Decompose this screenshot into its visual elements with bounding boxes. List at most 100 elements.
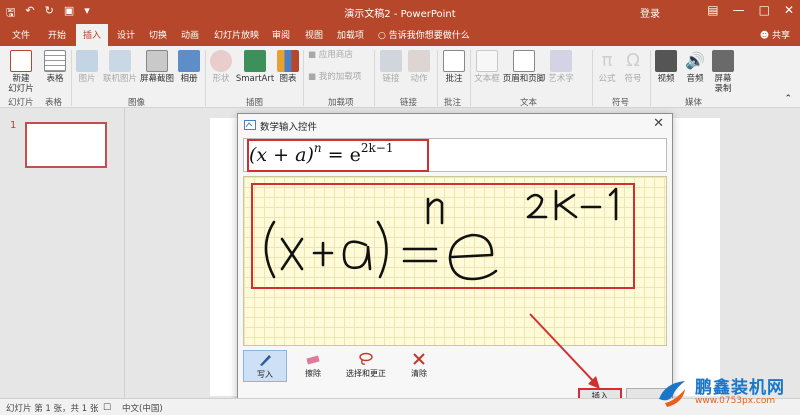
group-label-images: 图像 (128, 98, 146, 108)
header-footer-icon (513, 50, 535, 72)
textbox-button[interactable]: 文本框 (474, 50, 500, 84)
ink-close-paren (376, 220, 388, 279)
video-button[interactable]: 视频 (655, 50, 677, 84)
ribbon: 新建 幻灯片 表格 图片 联机图片 屏幕截图 相册 形状 SmartArt 图表… (0, 46, 800, 108)
shapes-button[interactable]: 形状 (210, 50, 232, 84)
tab-view[interactable]: 视图 (305, 28, 323, 41)
link-button[interactable]: 链接 (380, 50, 402, 84)
collapse-ribbon-icon[interactable]: ⌃ (784, 94, 792, 104)
screenshot-icon (146, 50, 168, 72)
slide-thumbnail[interactable] (25, 122, 107, 168)
math-input-dialog: 数学输入控件 ✕ (x + a)n = e2k−1 写入 擦除 选择和更正 清除… (237, 113, 673, 413)
close-icon[interactable]: ✕ (784, 3, 794, 17)
proofing-icon[interactable]: □ (103, 402, 111, 412)
slide-thumbnail-pane: 1 (0, 108, 125, 398)
handwriting-canvas[interactable] (243, 176, 667, 346)
album-icon (178, 50, 200, 72)
online-picture-button[interactable]: 联机图片 (102, 50, 138, 84)
preview-highlight-box (247, 139, 429, 172)
erase-tool-button[interactable]: 擦除 (291, 350, 335, 382)
screen-record-button[interactable]: 屏幕 录制 (711, 50, 735, 94)
link-icon (380, 50, 402, 72)
ink-n (426, 197, 444, 225)
ink-e (448, 233, 498, 281)
group-label-text: 文本 (520, 98, 538, 108)
action-icon (408, 50, 430, 72)
ribbon-tabs: 文件 开始 插入 设计 切换 动画 幻灯片放映 审阅 视图 加载项 ○ 告诉我你… (0, 24, 800, 46)
speaker-icon: 🔊 (685, 51, 705, 70)
lasso-icon (359, 352, 373, 365)
close-icon[interactable]: ✕ (653, 116, 664, 131)
addins-icon: ■ (308, 72, 319, 82)
select-correct-tool-button[interactable]: 选择和更正 (339, 350, 393, 382)
new-slide-button[interactable]: 新建 幻灯片 (6, 50, 36, 94)
smartart-icon (244, 50, 266, 72)
group-label-tables: 表格 (45, 98, 63, 108)
tab-animations[interactable]: 动画 (181, 28, 199, 41)
action-button[interactable]: 动作 (408, 50, 430, 84)
write-tool-button[interactable]: 写入 (243, 350, 287, 382)
screen-record-icon (712, 50, 734, 72)
ribbon-display-icon[interactable]: ▤ (707, 3, 718, 17)
equation-button[interactable]: π 公式 (596, 50, 618, 84)
window-title: 演示文稿2 - PowerPoint (344, 9, 456, 20)
screenshot-button[interactable]: 屏幕截图 (139, 50, 175, 84)
ribbon-separator (650, 50, 651, 106)
maximize-icon[interactable]: □ (759, 3, 770, 17)
person-icon: ☻ (759, 31, 772, 41)
table-icon (44, 50, 66, 72)
ribbon-separator (71, 50, 72, 106)
minimize-icon[interactable]: — (733, 3, 745, 17)
watermark-logo (659, 381, 685, 407)
tab-insert[interactable]: 插入 (76, 24, 109, 46)
language-status[interactable]: 中文(中国) (122, 402, 163, 414)
tab-file[interactable]: 文件 (12, 28, 30, 41)
ribbon-separator (303, 50, 304, 106)
group-label-addins: 加载项 (328, 98, 354, 108)
album-button[interactable]: 相册 (178, 50, 200, 84)
clear-icon (413, 353, 425, 365)
login-link[interactable]: 登录 (640, 5, 660, 20)
comment-button[interactable]: 批注 (442, 50, 466, 84)
tell-me-search[interactable]: ○ 告诉我你想要做什么 (378, 28, 470, 41)
ink-a (342, 240, 372, 271)
chart-button[interactable]: 图表 (277, 50, 299, 84)
ink-equals (402, 247, 438, 263)
pen-icon (260, 355, 271, 366)
group-label-symbols: 符号 (612, 98, 630, 108)
picture-button[interactable]: 图片 (76, 50, 98, 84)
tab-design[interactable]: 设计 (117, 28, 135, 41)
lightbulb-icon: ○ (378, 31, 389, 41)
new-slide-icon (10, 50, 32, 72)
symbol-button[interactable]: Ω 符号 (622, 50, 644, 84)
ribbon-separator (437, 50, 438, 106)
handwritten-ink (264, 187, 618, 281)
header-footer-button[interactable]: 页眉和页脚 (502, 50, 546, 84)
tab-transitions[interactable]: 切换 (149, 28, 167, 41)
shapes-icon (210, 50, 232, 72)
group-label-links: 链接 (400, 98, 418, 108)
tab-addins[interactable]: 加载项 (337, 28, 364, 41)
table-button[interactable]: 表格 (42, 50, 68, 84)
eraser-icon (306, 355, 320, 365)
smartart-button[interactable]: SmartArt (235, 50, 275, 84)
tab-slideshow[interactable]: 幻灯片放映 (214, 28, 259, 41)
store-button[interactable]: ■ 应用商店 (308, 50, 368, 60)
share-button[interactable]: ☻ 共享 (760, 28, 790, 41)
wordart-icon (550, 50, 572, 72)
window-controls: ▤ — □ ✕ (707, 3, 794, 17)
textbox-icon (476, 50, 498, 72)
tab-review[interactable]: 审阅 (272, 28, 290, 41)
wordart-button[interactable]: 艺术字 (547, 50, 575, 84)
ink-k (554, 189, 578, 221)
slide-number: 1 (10, 120, 17, 131)
audio-button[interactable]: 🔊 音频 (684, 50, 706, 84)
watermark-url: www.0753px.com (695, 396, 776, 406)
group-label-comments: 批注 (444, 98, 462, 108)
my-addins-button[interactable]: ■ 我的加载项 (308, 72, 372, 82)
tab-home[interactable]: 开始 (48, 28, 66, 41)
watermark-brand: 鹏鑫装机网 (695, 378, 785, 398)
ink-toolbar: 写入 擦除 选择和更正 清除 (243, 350, 441, 384)
clear-tool-button[interactable]: 清除 (397, 350, 441, 382)
group-label-media: 媒体 (685, 98, 703, 108)
